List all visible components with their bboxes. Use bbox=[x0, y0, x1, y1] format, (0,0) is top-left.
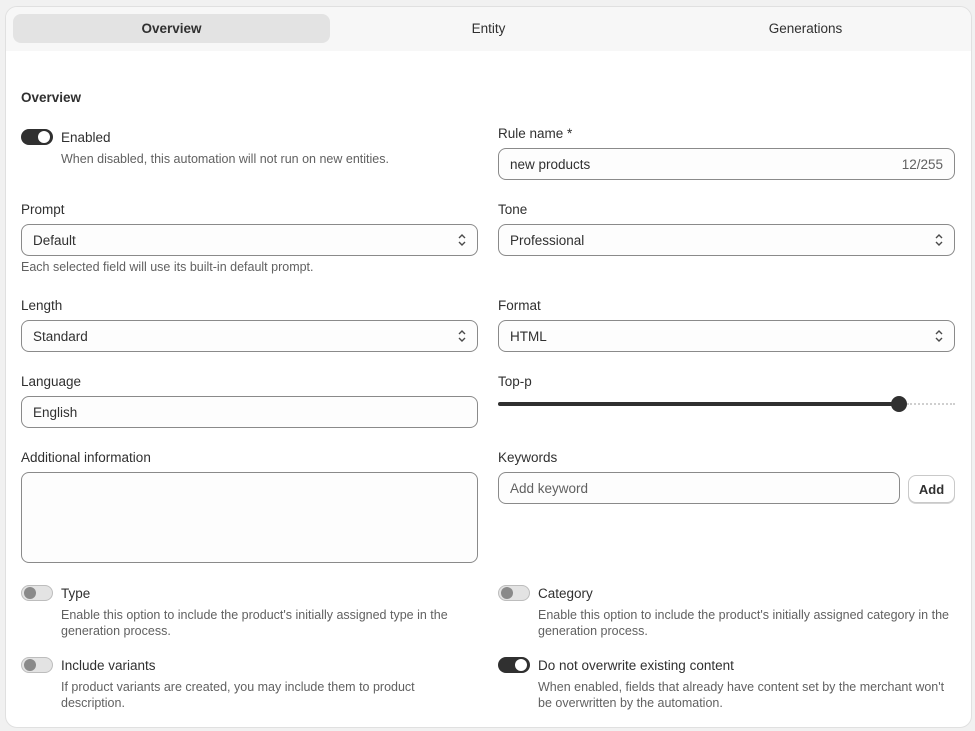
tone-select[interactable]: Professional bbox=[498, 224, 955, 256]
tab-generations[interactable]: Generations bbox=[647, 14, 964, 43]
type-toggle[interactable] bbox=[21, 585, 53, 601]
add-keyword-button[interactable]: Add bbox=[908, 475, 955, 503]
prompt-label: Prompt bbox=[21, 202, 65, 217]
chevron-up-down-icon bbox=[935, 234, 943, 246]
type-help: Enable this option to include the produc… bbox=[61, 608, 448, 638]
type-label: Type bbox=[61, 586, 91, 601]
language-label: Language bbox=[21, 374, 82, 389]
include-variants-toggle[interactable] bbox=[21, 657, 53, 673]
keywords-label: Keywords bbox=[498, 450, 558, 465]
category-label: Category bbox=[538, 586, 593, 601]
tone-label: Tone bbox=[498, 202, 528, 217]
prompt-select[interactable]: Default bbox=[21, 224, 478, 256]
chevron-up-down-icon bbox=[935, 330, 943, 342]
top-p-label: Top-p bbox=[498, 374, 532, 389]
rule-name-counter: 12/255 bbox=[901, 156, 943, 172]
enabled-label: Enabled bbox=[61, 130, 111, 145]
prompt-help: Each selected field will use its built-i… bbox=[21, 260, 314, 274]
no-overwrite-help: When enabled, fields that already have c… bbox=[538, 680, 945, 710]
category-help: Enable this option to include the produc… bbox=[538, 608, 949, 638]
format-value: HTML bbox=[510, 328, 547, 344]
top-p-slider-thumb[interactable] bbox=[891, 396, 907, 412]
language-input[interactable]: English bbox=[21, 396, 478, 428]
chevron-up-down-icon bbox=[458, 234, 466, 246]
format-label: Format bbox=[498, 298, 541, 313]
language-value: English bbox=[33, 404, 78, 420]
keyword-placeholder: Add keyword bbox=[510, 480, 589, 496]
chevron-up-down-icon bbox=[458, 330, 466, 342]
include-variants-label: Include variants bbox=[61, 658, 156, 673]
top-p-slider[interactable] bbox=[498, 396, 955, 412]
keyword-input[interactable]: Add keyword bbox=[498, 472, 900, 504]
rule-name-input[interactable]: new products 12/255 bbox=[498, 148, 955, 180]
rule-name-label: Rule name * bbox=[498, 126, 573, 141]
category-toggle[interactable] bbox=[498, 585, 530, 601]
tab-bar: Overview Entity Generations bbox=[6, 7, 971, 51]
length-label: Length bbox=[21, 298, 63, 313]
tab-entity[interactable]: Entity bbox=[330, 14, 647, 43]
top-p-slider-fill bbox=[498, 402, 899, 406]
no-overwrite-label: Do not overwrite existing content bbox=[538, 658, 734, 673]
settings-card: Overview Entity Generations Overview Ena… bbox=[5, 6, 972, 728]
enabled-toggle[interactable] bbox=[21, 129, 53, 145]
rule-name-value: new products bbox=[510, 156, 591, 172]
top-p-slider-rest bbox=[907, 403, 955, 405]
length-select[interactable]: Standard bbox=[21, 320, 478, 352]
tab-overview[interactable]: Overview bbox=[13, 14, 330, 43]
additional-info-label: Additional information bbox=[21, 450, 151, 465]
include-variants-help: If product variants are created, you may… bbox=[61, 680, 415, 710]
tone-value: Professional bbox=[510, 232, 585, 248]
section-title: Overview bbox=[21, 90, 82, 105]
additional-info-textarea[interactable] bbox=[21, 472, 478, 563]
enabled-help: When disabled, this automation will not … bbox=[61, 152, 389, 166]
length-value: Standard bbox=[33, 328, 88, 344]
prompt-value: Default bbox=[33, 232, 76, 248]
format-select[interactable]: HTML bbox=[498, 320, 955, 352]
no-overwrite-toggle[interactable] bbox=[498, 657, 530, 673]
